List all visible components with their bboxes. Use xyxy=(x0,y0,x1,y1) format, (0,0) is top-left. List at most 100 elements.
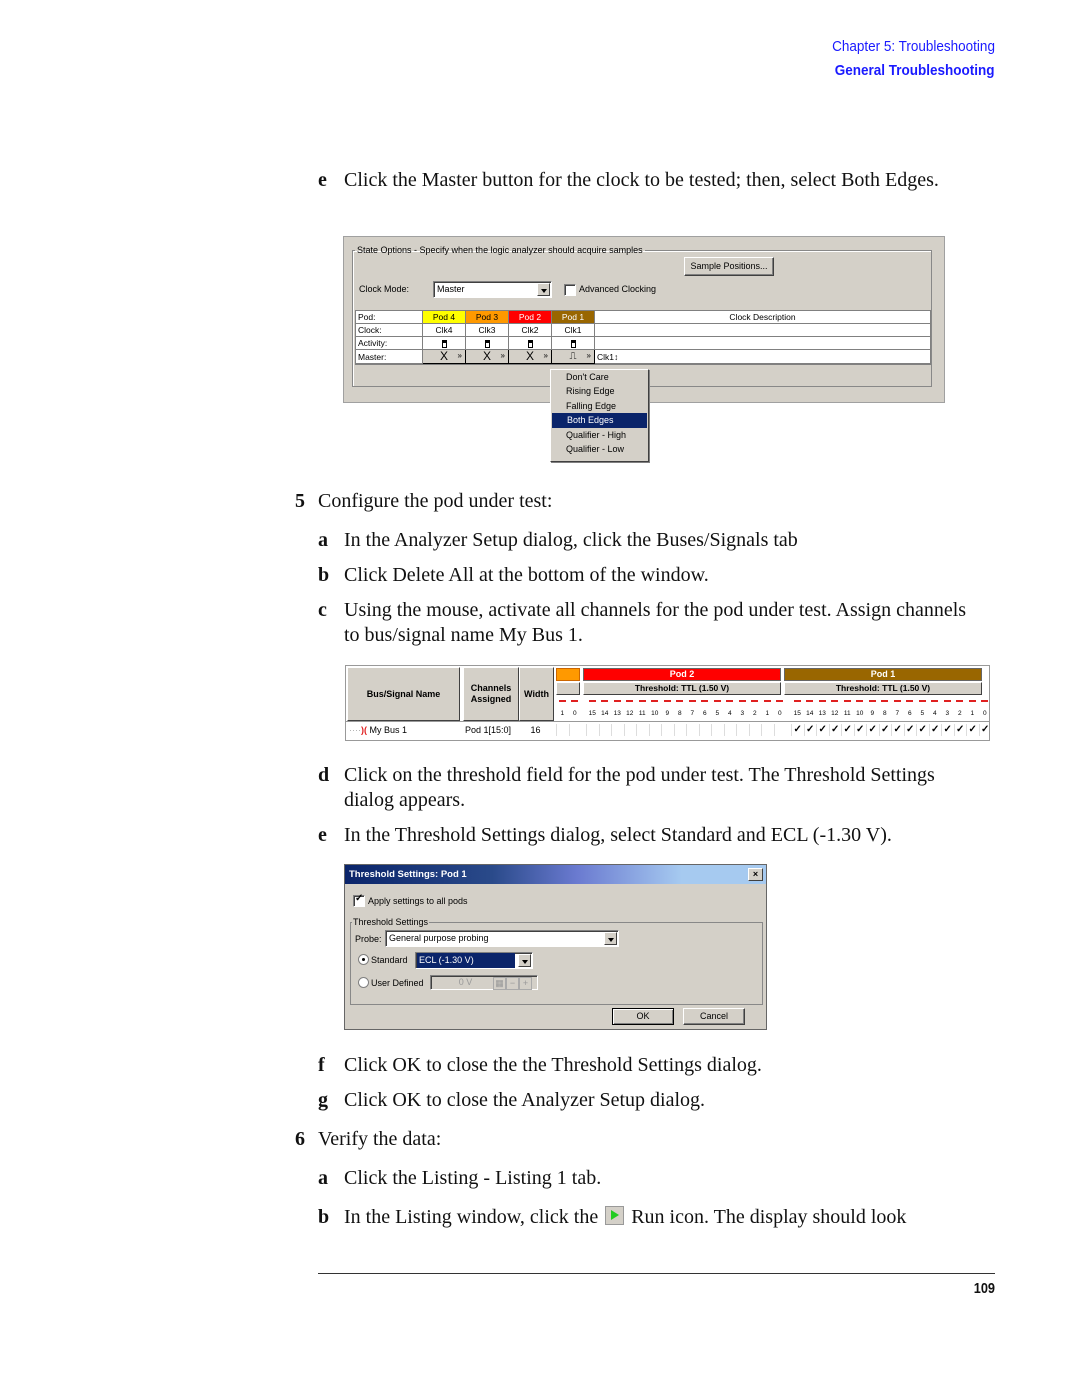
double-chevron-icon: » xyxy=(586,351,591,360)
channel-assign-cell[interactable] xyxy=(586,724,599,736)
channel-assign-cell[interactable] xyxy=(623,724,637,736)
step-text: In the Threshold Settings dialog, select… xyxy=(344,824,892,846)
ok-button[interactable]: OK xyxy=(612,1008,674,1025)
channel-assign-cell[interactable]: ✓ xyxy=(828,724,842,736)
channel-assign-cell[interactable]: ✓ xyxy=(941,724,954,736)
channel-assign-cell[interactable] xyxy=(598,724,612,736)
advanced-clocking-checkbox[interactable] xyxy=(564,284,576,296)
channel-assign-cell[interactable]: ✓ xyxy=(916,724,929,736)
channel-assign-cell[interactable] xyxy=(723,724,737,736)
channel-activity-dash xyxy=(941,700,954,702)
keypad-icon[interactable]: ▦ xyxy=(493,977,506,990)
step-6a: a Click the Listing - Listing 1 tab. xyxy=(318,1166,978,1191)
chevron-down-icon[interactable] xyxy=(537,283,550,296)
channel-assign-cell[interactable] xyxy=(636,724,649,736)
channel-assign-cell[interactable]: ✓ xyxy=(816,724,829,736)
channel-assign-cell[interactable] xyxy=(568,724,582,736)
close-icon[interactable]: × xyxy=(748,868,763,881)
standard-select[interactable]: ECL (-1.30 V) xyxy=(415,952,533,969)
sample-positions-button[interactable]: Sample Positions... xyxy=(684,257,774,276)
channel-assign-cell[interactable]: ✓ xyxy=(903,724,917,736)
channel-activity-dash xyxy=(724,700,737,702)
channel-assign-cell[interactable] xyxy=(773,724,787,736)
master-button-pod4[interactable]: X» xyxy=(422,349,466,364)
probe-select[interactable]: General purpose probing xyxy=(385,930,619,947)
channel-number: 0 xyxy=(572,710,577,717)
master-button-pod2[interactable]: X» xyxy=(508,349,552,364)
channel-number: 13 xyxy=(818,710,826,717)
channel-assign-cell[interactable] xyxy=(648,724,662,736)
channel-number: 3 xyxy=(945,710,950,717)
channels-assigned-header[interactable]: Channels Assigned xyxy=(463,667,519,721)
double-chevron-icon: » xyxy=(543,351,548,360)
divider xyxy=(346,721,989,722)
clock-cell: Clk2 xyxy=(508,323,552,337)
menu-item-falling-edge[interactable]: Falling Edge xyxy=(551,399,648,413)
channel-assign-cell[interactable] xyxy=(673,724,687,736)
step-label: d xyxy=(318,764,330,786)
channel-assign-cell[interactable]: ✓ xyxy=(953,724,967,736)
channel-assign-cell[interactable]: ✓ xyxy=(878,724,892,736)
channel-number: 9 xyxy=(870,710,875,717)
channel-assign-cell[interactable] xyxy=(748,724,762,736)
bus-icon: )( xyxy=(361,725,367,735)
channel-assign-cell[interactable] xyxy=(736,724,749,736)
bus-row-channels[interactable]: Pod 1[15:0] xyxy=(465,724,511,736)
double-chevron-icon: » xyxy=(500,351,505,360)
channel-assign-cell[interactable]: ✓ xyxy=(803,724,817,736)
channel-assign-cell[interactable] xyxy=(686,724,699,736)
activity-cell xyxy=(508,336,552,350)
step-5: 5 Configure the pod under test: xyxy=(295,489,985,514)
channel-assign-cell[interactable]: ✓ xyxy=(966,724,979,736)
bus-signal-name-header[interactable]: Bus/Signal Name xyxy=(347,667,460,721)
menu-item-dont-care[interactable]: Don't Care xyxy=(551,370,648,384)
channel-activity-dash xyxy=(791,700,804,702)
activity-row: Activity: xyxy=(355,336,931,350)
advanced-clocking-label: Advanced Clocking xyxy=(579,284,657,294)
channel-activity-dash xyxy=(686,700,699,702)
channel-assign-cell[interactable] xyxy=(611,724,624,736)
menu-item-both-edges[interactable]: Both Edges xyxy=(552,413,647,428)
menu-item-qualifier-high[interactable]: Qualifier - High xyxy=(551,428,648,442)
activity-cell xyxy=(551,336,595,350)
channel-assign-cell[interactable]: ✓ xyxy=(853,724,867,736)
bus-row-name-cell[interactable]: ····)( My Bus 1 xyxy=(349,724,459,736)
plus-icon[interactable]: + xyxy=(519,977,532,990)
menu-item-rising-edge[interactable]: Rising Edge xyxy=(551,384,648,398)
channel-assign-cell[interactable]: ✓ xyxy=(891,724,904,736)
channel-assign-cell[interactable] xyxy=(711,724,724,736)
channel-activity-dash xyxy=(711,700,724,702)
pod2-header: Pod 2 xyxy=(508,310,552,324)
chevron-down-icon[interactable] xyxy=(518,954,531,967)
minus-icon[interactable]: − xyxy=(506,977,519,990)
channel-assign-cell[interactable]: ✓ xyxy=(841,724,854,736)
channel-assign-cell[interactable]: ✓ xyxy=(978,724,992,736)
width-header[interactable]: Width xyxy=(519,667,554,721)
cancel-button[interactable]: Cancel xyxy=(683,1008,745,1025)
pod2-threshold-button[interactable]: Threshold: TTL (1.50 V) xyxy=(583,682,781,695)
channel-assign-cell[interactable]: ✓ xyxy=(866,724,879,736)
user-defined-label: User Defined xyxy=(371,978,424,988)
step-label: g xyxy=(318,1089,328,1111)
user-defined-radio[interactable] xyxy=(358,977,369,988)
channel-assign-cell[interactable] xyxy=(761,724,774,736)
channel-assign-cell[interactable]: ✓ xyxy=(791,724,804,736)
channel-activity-dash xyxy=(816,700,829,702)
channel-number: 11 xyxy=(843,710,851,717)
chevron-down-icon[interactable] xyxy=(604,932,617,945)
menu-item-qualifier-low[interactable]: Qualifier - Low xyxy=(551,442,648,456)
channel-activity-dash xyxy=(624,700,637,702)
pod3-threshold-partial[interactable] xyxy=(556,682,580,695)
master-button-pod3[interactable]: X» xyxy=(465,349,509,364)
master-button-pod1[interactable]: ⎍» xyxy=(551,349,595,364)
standard-radio[interactable] xyxy=(358,954,369,965)
channel-assign-cell[interactable] xyxy=(698,724,712,736)
clock-cell: Clk3 xyxy=(465,323,509,337)
clock-mode-select[interactable]: Master xyxy=(433,281,552,298)
apply-all-pods-checkbox[interactable]: ✓ xyxy=(353,893,365,907)
channel-assign-cell[interactable]: ✓ xyxy=(928,724,942,736)
channel-assign-cell[interactable] xyxy=(556,724,569,736)
threshold-settings-legend: Threshold Settings xyxy=(353,917,429,927)
pod1-threshold-button[interactable]: Threshold: TTL (1.50 V) xyxy=(784,682,982,695)
channel-assign-cell[interactable] xyxy=(661,724,674,736)
